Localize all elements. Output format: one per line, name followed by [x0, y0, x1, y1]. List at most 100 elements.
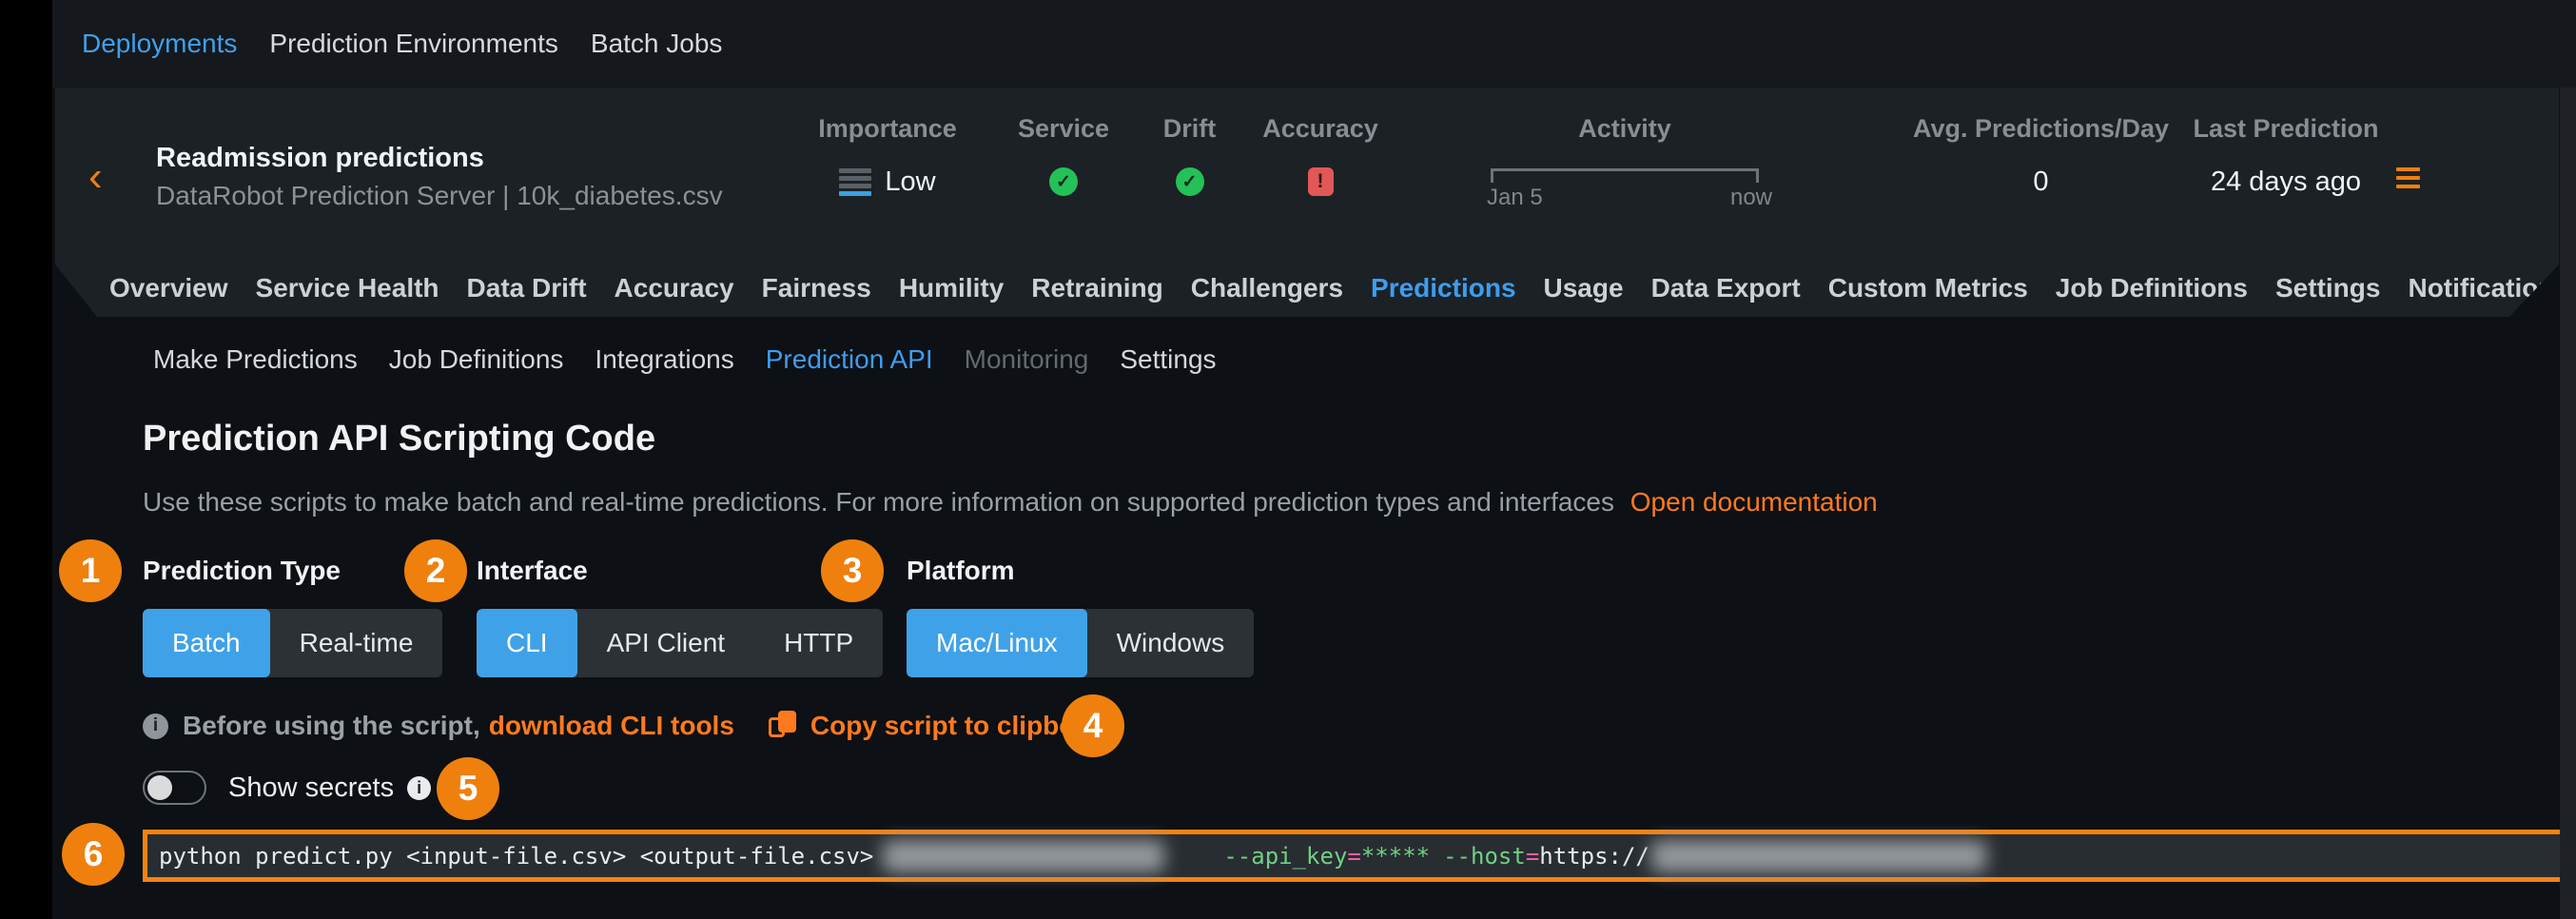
page-description: Use these scripts to make batch and real… — [143, 487, 1878, 518]
deployment-subtitle: DataRobot Prediction Server | 10k_diabet… — [156, 181, 723, 211]
stat-importance-label: Importance — [792, 114, 983, 144]
toggle-knob — [147, 775, 172, 800]
stat-avg-predictions-label: Avg. Predictions/Day — [1905, 114, 2176, 144]
script-protocol: https:// — [1539, 843, 1649, 870]
script-equals: = — [1347, 843, 1360, 870]
hamburger-menu-icon[interactable] — [2396, 167, 2420, 188]
scrollbar[interactable] — [2560, 88, 2576, 919]
stat-accuracy: Accuracy ! — [1249, 114, 1392, 199]
tab-usage[interactable]: Usage — [1544, 273, 1624, 303]
deployment-title: Readmission predictions — [156, 143, 484, 174]
tab-data-drift[interactable]: Data Drift — [467, 273, 587, 303]
stat-avg-predictions: Avg. Predictions/Day 0 — [1905, 114, 2176, 199]
script-command-text: python predict.py <input-file.csv> <outp… — [159, 843, 873, 870]
prediction-type-batch-button[interactable]: Batch — [143, 609, 270, 677]
tab-data-export[interactable]: Data Export — [1651, 273, 1801, 303]
annotation-badge-2: 2 — [404, 539, 467, 602]
importance-bars-icon — [839, 168, 871, 196]
subtab-settings[interactable]: Settings — [1120, 344, 1216, 375]
interface-toggle-group: CLI API Client HTTP — [477, 609, 883, 677]
back-icon[interactable]: ‹ — [88, 156, 103, 198]
show-secrets-row: Show secrets i — [143, 771, 431, 805]
service-passing-icon: ✓ — [1049, 167, 1078, 196]
tab-service-health[interactable]: Service Health — [256, 273, 439, 303]
platform-toggle-group: Mac/Linux Windows — [907, 609, 1254, 677]
page-description-text: Use these scripts to make batch and real… — [143, 487, 1614, 517]
prediction-type-realtime-button[interactable]: Real-time — [270, 609, 443, 677]
drift-passing-icon: ✓ — [1176, 167, 1204, 196]
nav-item-prediction-environments[interactable]: Prediction Environments — [269, 29, 557, 59]
redacted-deployment-id — [883, 840, 1164, 872]
deployment-tabs: Overview Service Health Data Drift Accur… — [109, 269, 2569, 307]
script-note-row: i Before using the script, download CLI … — [143, 711, 1117, 741]
stat-importance-value: Low — [885, 166, 935, 198]
predictions-subtabs: Make Predictions Job Definitions Integra… — [153, 344, 1217, 375]
stat-service-label: Service — [992, 114, 1135, 144]
prediction-type-toggle-group: Batch Real-time — [143, 609, 442, 677]
tab-settings[interactable]: Settings — [2275, 273, 2380, 303]
tab-challengers[interactable]: Challengers — [1191, 273, 1343, 303]
prediction-type-label: Prediction Type — [143, 556, 341, 586]
content-area: Deployments Prediction Environments Batc… — [52, 0, 2576, 919]
open-documentation-link[interactable]: Open documentation — [1630, 487, 1878, 517]
script-code-box[interactable]: python predict.py <input-file.csv> <outp… — [143, 830, 2576, 882]
stat-avg-predictions-value: 0 — [1905, 165, 2176, 199]
tab-humility[interactable]: Humility — [899, 273, 1004, 303]
stat-activity: Activity Jan 5 now — [1487, 114, 1763, 211]
download-cli-tools-link[interactable]: download CLI tools — [489, 711, 734, 741]
platform-label: Platform — [907, 556, 1015, 586]
script-equals: = — [1526, 843, 1539, 870]
page-title: Prediction API Scripting Code — [143, 419, 655, 460]
annotation-badge-3: 3 — [821, 539, 884, 602]
activity-range-end: now — [1730, 185, 1772, 211]
nav-item-batch-jobs[interactable]: Batch Jobs — [591, 29, 723, 59]
copy-icon — [769, 711, 799, 741]
activity-sparkline — [1491, 168, 1759, 183]
show-secrets-label: Show secrets — [228, 772, 394, 804]
subtab-prediction-api[interactable]: Prediction API — [766, 344, 933, 375]
deployment-header-card: ‹ Readmission predictions DataRobot Pred… — [55, 88, 2559, 317]
stat-service: Service ✓ — [992, 114, 1135, 199]
subtab-integrations[interactable]: Integrations — [595, 344, 733, 375]
platform-mac-linux-button[interactable]: Mac/Linux — [907, 609, 1087, 677]
activity-range-start: Jan 5 — [1487, 185, 1543, 211]
interface-label: Interface — [477, 556, 588, 586]
script-note-text: Before using the script, — [183, 711, 480, 741]
annotation-badge-1: 1 — [59, 539, 122, 602]
tab-overview[interactable]: Overview — [109, 273, 228, 303]
top-nav: Deployments Prediction Environments Batc… — [52, 0, 2576, 88]
subtab-job-definitions[interactable]: Job Definitions — [389, 344, 564, 375]
subtab-monitoring: Monitoring — [965, 344, 1089, 375]
show-secrets-info-icon[interactable]: i — [407, 776, 431, 800]
stat-activity-label: Activity — [1487, 114, 1763, 144]
stat-accuracy-label: Accuracy — [1249, 114, 1392, 144]
show-secrets-toggle[interactable] — [143, 771, 206, 805]
tab-accuracy[interactable]: Accuracy — [615, 273, 734, 303]
script-api-key-flag: --api_key — [1223, 843, 1347, 870]
platform-windows-button[interactable]: Windows — [1087, 609, 1255, 677]
interface-http-button[interactable]: HTTP — [754, 609, 883, 677]
script-api-key-masked: ***** — [1361, 843, 1430, 870]
tab-notifications[interactable]: Notifications — [2408, 273, 2569, 303]
stat-last-prediction-label: Last Prediction — [2181, 114, 2391, 144]
annotation-badge-6: 6 — [62, 823, 125, 886]
accuracy-failing-icon: ! — [1308, 167, 1334, 196]
screen: Deployments Prediction Environments Batc… — [0, 0, 2576, 919]
stat-last-prediction: Last Prediction 24 days ago — [2181, 114, 2391, 199]
tab-fairness[interactable]: Fairness — [762, 273, 871, 303]
info-icon: i — [143, 714, 168, 739]
tab-predictions[interactable]: Predictions — [1371, 273, 1515, 303]
interface-cli-button[interactable]: CLI — [477, 609, 577, 677]
stat-importance: Importance Low — [792, 114, 983, 199]
subtab-make-predictions[interactable]: Make Predictions — [153, 344, 358, 375]
stat-drift: Drift ✓ — [1135, 114, 1244, 199]
annotation-badge-5: 5 — [437, 757, 499, 820]
interface-api-client-button[interactable]: API Client — [577, 609, 755, 677]
nav-item-deployments[interactable]: Deployments — [82, 29, 237, 59]
tab-custom-metrics[interactable]: Custom Metrics — [1828, 273, 2028, 303]
tab-retraining[interactable]: Retraining — [1031, 273, 1162, 303]
tab-job-definitions[interactable]: Job Definitions — [2056, 273, 2248, 303]
script-host-flag: --host — [1443, 843, 1526, 870]
stat-drift-label: Drift — [1135, 114, 1244, 144]
stat-last-prediction-value: 24 days ago — [2181, 165, 2391, 199]
